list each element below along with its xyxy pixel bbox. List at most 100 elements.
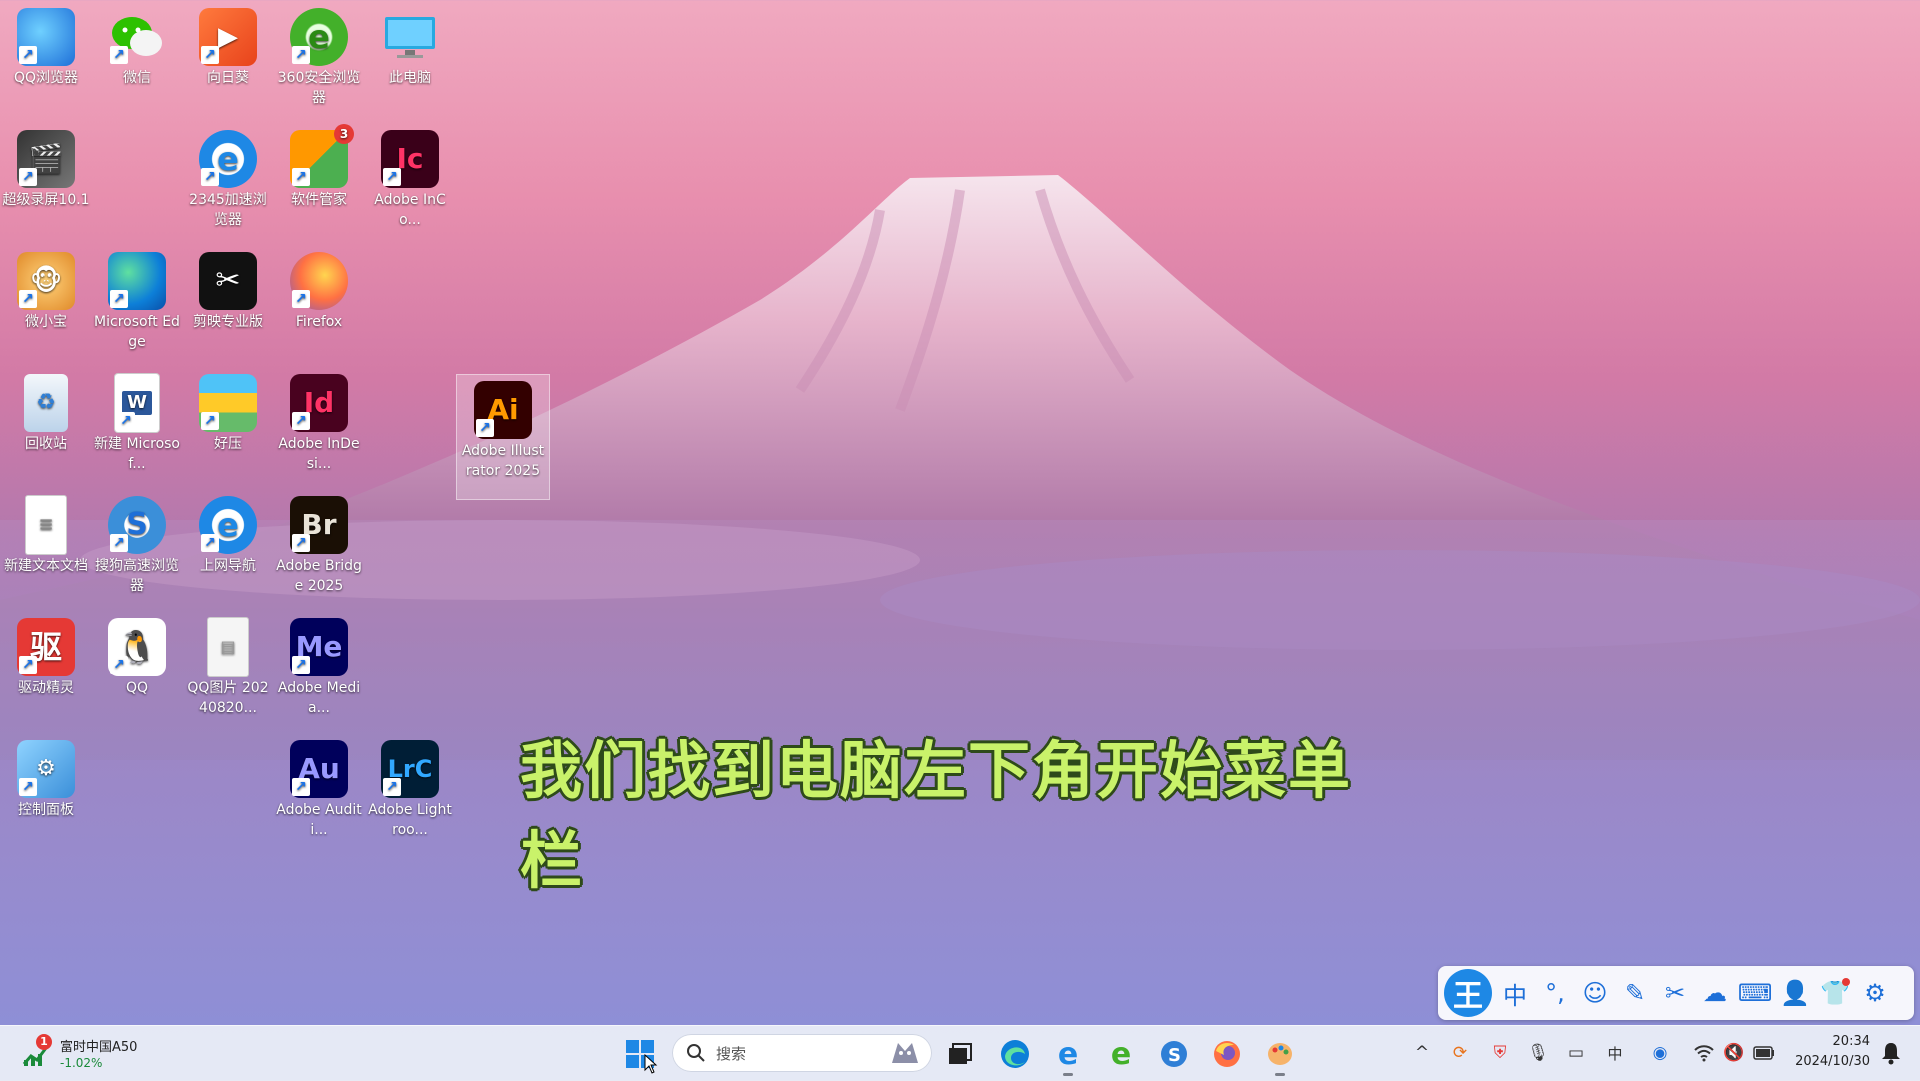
notification-bell-icon[interactable] [1878,1040,1904,1066]
cloud-icon[interactable]: ☁ [1698,976,1732,1010]
desktop-icon-driver-genius[interactable]: 驱 ↗ 驱动精灵 [0,612,92,698]
taskbar-app-360-browser[interactable]: e [1101,1034,1141,1074]
settings-gear-icon[interactable]: ⚙ [1858,976,1892,1010]
skin-shirt-icon[interactable]: 👕 [1818,976,1852,1010]
desktop-icon-2345-browser[interactable]: e ↗ 2345加速浏览器 [182,124,274,230]
desktop-icon-this-pc[interactable]: 此电脑 [364,2,456,88]
desktop-icon-adobe-media-encoder[interactable]: Me ↗ Adobe Media... [273,612,365,718]
shortcut-arrow-icon: ↗ [19,290,37,308]
battery-charging-icon[interactable] [1752,1041,1776,1065]
icon-label: Microsoft Edge [94,314,180,350]
desktop-icon-new-word-doc[interactable]: W ↗ 新建 Microsof... [91,368,183,474]
taskbar-app-ie-browser[interactable]: e [1048,1034,1088,1076]
desktop-icon-new-text-doc[interactable]: ≡ 新建文本文档 [0,490,92,576]
ime-logo[interactable]: 王 [1444,969,1492,1017]
chevron-up-icon[interactable]: ^ [1410,1041,1434,1065]
ime-mode-button[interactable]: 中 [1498,976,1532,1010]
shortcut-arrow-icon: ↗ [383,778,401,796]
word-document-icon: W ↗ [115,374,159,432]
shortcut-arrow-icon: ↗ [292,534,310,552]
software-manager-icon: 3 ↗ [290,124,354,188]
icon-label: 360安全浏览器 [277,70,361,106]
shortcut-arrow-icon: ↗ [110,656,128,674]
taskbar-task-view[interactable] [940,1034,980,1074]
security-shield-icon[interactable]: ⛨ [1488,1041,1512,1065]
emoji-icon[interactable]: ☺ [1578,976,1612,1010]
icon-label: 好压 [214,436,242,452]
taskbar-app-edge[interactable] [995,1034,1035,1074]
pen-icon[interactable]: ✎ [1618,976,1652,1010]
sogou-browser-icon: S ↗ [108,496,166,554]
taskbar-clock[interactable]: 20:34 2024/10/30 [1790,1032,1870,1072]
icon-label: 驱动精灵 [18,680,74,696]
shortcut-arrow-icon: ↗ [292,290,310,308]
speaker-muted-icon[interactable]: 🔇 [1722,1041,1746,1065]
shortcut-arrow-icon: ↗ [110,534,128,552]
icon-label: Adobe Auditi... [276,802,362,838]
desktop-icon-qq-browser[interactable]: ↗ QQ浏览器 [0,2,92,88]
desktop-icon-adobe-bridge[interactable]: Br ↗ Adobe Bridge 2025 [273,490,365,596]
desktop-icon-haozip[interactable]: ↗ 好压 [182,368,274,454]
input-method-indicator[interactable]: 中 [1603,1041,1627,1065]
taskbar-app-firefox[interactable] [1207,1034,1247,1074]
desktop-icon-recycle-bin[interactable]: ♻ 回收站 [0,368,92,454]
palette-icon [1268,1043,1292,1065]
icon-label: Adobe Illustrator 2025 [461,443,545,479]
desktop-icon-qq-image[interactable]: ▤ QQ图片 20240820... [182,612,274,718]
scissors-icon[interactable]: ✂ [1658,976,1692,1010]
icon-label: Adobe InDesi... [278,436,360,472]
desktop-icon-screen-recorder[interactable]: 🎬 ↗ 超级录屏10.1 [0,124,92,210]
task-view-icon [949,1043,972,1064]
taskbar-search[interactable]: 搜索 [672,1034,932,1072]
wifi-icon[interactable] [1692,1041,1716,1065]
desktop-icon-qq[interactable]: 🐧 ↗ QQ [91,612,183,698]
app-glyph: Br [301,508,337,541]
desktop-icon-wechat[interactable]: ↗ 微信 [91,2,183,88]
ime-punctuation-button[interactable]: °, [1538,976,1572,1010]
icon-label: Adobe Lightroo... [368,802,452,838]
desktop-icon-firefox[interactable]: ↗ Firefox [273,246,365,332]
adobe-incopy-icon: Ic ↗ [381,130,439,188]
desktop-icon-capcut[interactable]: ✂ 剪映专业版 [182,246,274,332]
shortcut-arrow-icon: ↗ [19,168,37,186]
desktop-icon-sogou-browser[interactable]: S ↗ 搜狗高速浏览器 [91,490,183,596]
shortcut-arrow-icon: ↗ [476,419,494,437]
app-glyph: Au [298,752,340,785]
desktop-icon-sunlogin[interactable]: ▶ ↗ 向日葵 [182,2,274,88]
microphone-icon[interactable]: 🎙 [1526,1041,1550,1065]
desktop-icon-control-panel[interactable]: ⚙ ↗ 控制面板 [0,734,92,820]
edge-icon: ↗ [108,252,166,310]
shortcut-arrow-icon: ↗ [201,168,219,186]
desktop-icon-software-manager[interactable]: 3 ↗ 软件管家 [273,124,365,210]
icon-label: 微小宝 [25,314,67,330]
icon-label: Adobe Bridge 2025 [276,558,362,594]
desktop-icon-edge[interactable]: ↗ Microsoft Edge [91,246,183,352]
start-button[interactable] [622,1036,658,1074]
stock-widget[interactable]: 1 富时中国A50 -1.02% [18,1030,158,1076]
icon-label: Adobe InCo... [374,192,446,228]
icon-label: QQ图片 20240820... [187,680,269,716]
icon-label: QQ [125,680,149,696]
sync-icon[interactable]: ⟳ [1448,1041,1472,1065]
desktop-icon-adobe-indesign[interactable]: Id ↗ Adobe InDesi... [273,368,365,474]
video-subtitle: 我们找到电脑左下角开始菜单栏 [520,734,1353,897]
taskbar-app-paint[interactable] [1260,1034,1300,1076]
search-placeholder: 搜索 [716,1045,747,1063]
360-browser-icon: e [1110,1036,1132,1072]
display-icon[interactable]: ▭ [1564,1041,1588,1065]
keyboard-icon[interactable]: ⌨ [1738,976,1773,1010]
icon-label: 2345加速浏览器 [189,192,267,228]
desktop-icon-360-browser[interactable]: e ↗ 360安全浏览器 [273,2,365,108]
clock-time: 20:34 [1832,1034,1870,1049]
user-icon[interactable]: 👤 [1778,976,1812,1010]
shortcut-arrow-icon: ↗ [110,46,128,64]
desktop-icon-web-nav[interactable]: e ↗ 上网导航 [182,490,274,576]
taskbar-app-sogou-browser[interactable]: S [1154,1034,1194,1074]
desktop-icon-weixiaobao[interactable]: 🐵 ↗ 微小宝 [0,246,92,332]
app-tray-icon[interactable]: ◉ [1648,1041,1672,1065]
desktop-icon-adobe-illustrator[interactable]: Ai ↗ Adobe Illustrator 2025 [456,374,550,500]
desktop-icon-adobe-lightroom[interactable]: LrC ↗ Adobe Lightroo... [364,734,456,840]
desktop-icon-adobe-audition[interactable]: Au ↗ Adobe Auditi... [273,734,365,840]
icon-label: 上网导航 [200,558,256,574]
desktop-icon-adobe-incopy[interactable]: Ic ↗ Adobe InCo... [364,124,456,230]
